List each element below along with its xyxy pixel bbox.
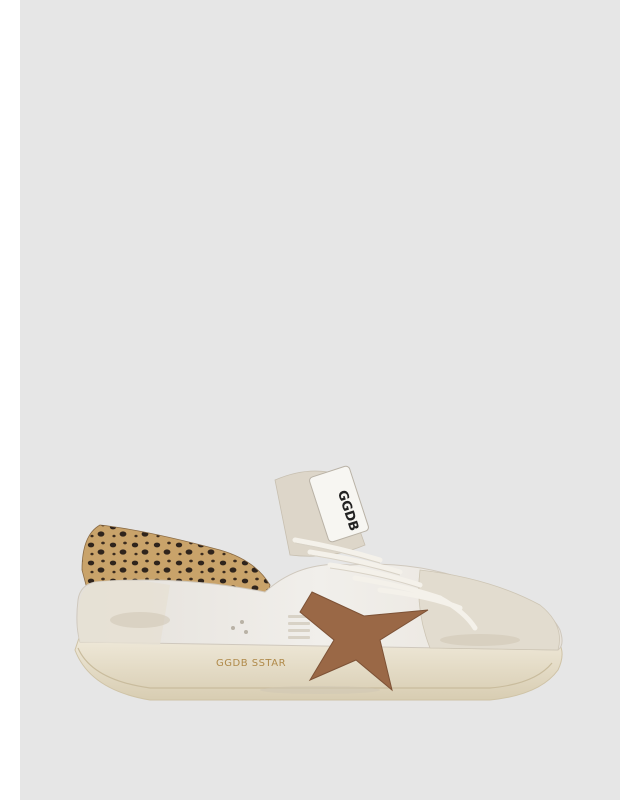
side-print-text: GGDB SSTAR	[216, 658, 286, 669]
product-image-frame: GGDB GGDB SSTAR	[20, 0, 620, 800]
suede-heel-counter	[77, 580, 170, 645]
sneaker-illustration: GGDB GGDB SSTAR	[74, 465, 563, 701]
